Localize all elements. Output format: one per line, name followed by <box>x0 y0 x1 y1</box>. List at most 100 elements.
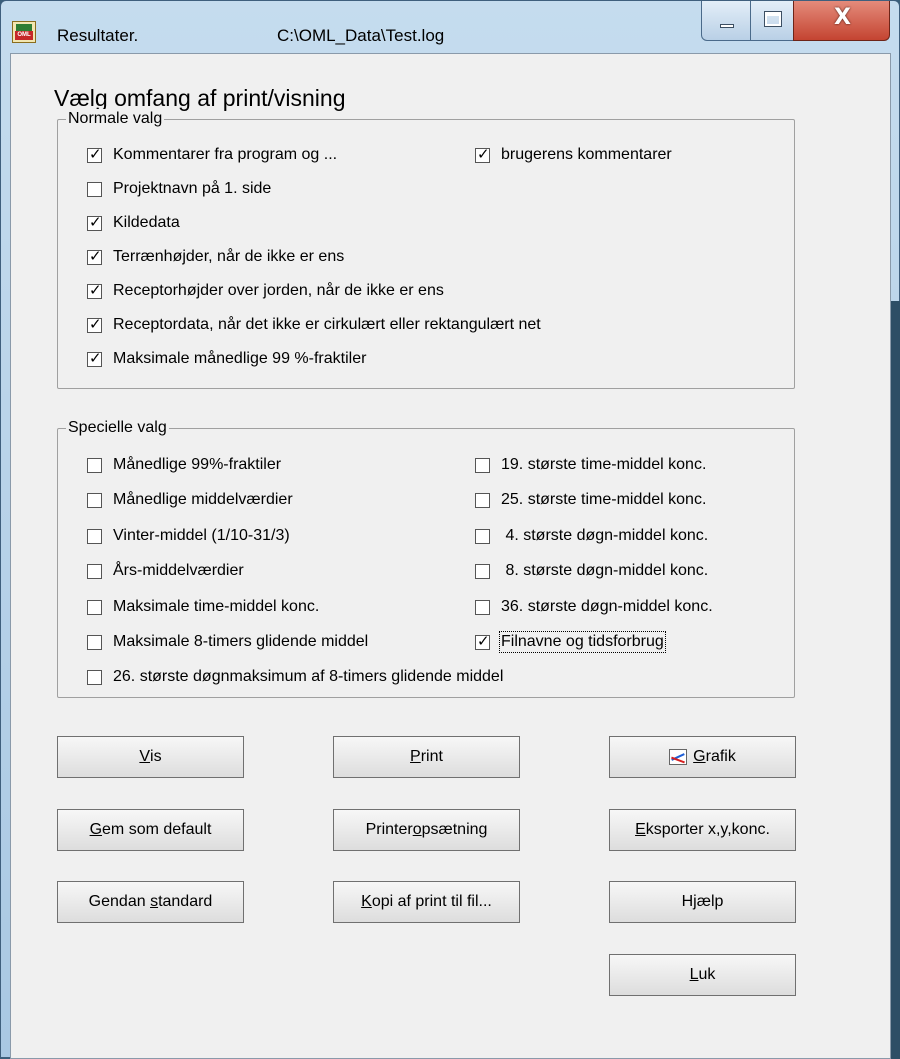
special-options-title: Specielle valg <box>66 418 169 438</box>
checkbox-receptor-data[interactable]: Receptordata, når det ikke er cirkulært … <box>87 315 541 334</box>
special-options-group: Specielle valg Månedlige 99%-fraktiler 1… <box>57 418 795 698</box>
checkbox-box[interactable] <box>87 669 102 685</box>
gendan-label-key: s <box>150 893 159 910</box>
app-icon-label: OML <box>15 31 33 40</box>
maximize-button[interactable] <box>750 1 794 41</box>
checkbox-box[interactable] <box>87 492 102 508</box>
checkbox-box[interactable] <box>87 181 102 197</box>
checkbox-label: Terrænhøjder, når de ikke er ens <box>113 248 345 265</box>
checkbox-user-comments[interactable]: brugerens kommentarer <box>475 145 672 164</box>
printer-setup-button[interactable]: Printer o psætning <box>333 809 520 851</box>
checkbox-label: Kommentarer fra program og ... <box>113 146 338 163</box>
minimize-button[interactable] <box>701 1 751 41</box>
checkbox-box[interactable] <box>87 281 102 299</box>
maximize-icon <box>764 11 782 27</box>
checkbox-monthly-99-fractiles[interactable]: Månedlige 99%-fraktiler <box>87 456 281 474</box>
checkbox-project-name[interactable]: Projektnavn på 1. side <box>87 180 271 198</box>
checkbox-label: Maksimale time-middel konc. <box>113 598 320 615</box>
vis-label-key: V <box>139 748 151 765</box>
checkbox-box[interactable] <box>87 315 102 333</box>
checkbox-26th-daily-max-8h[interactable]: 26. største døgnmaksimum af 8-timers gli… <box>87 668 503 686</box>
app-icon[interactable]: OML <box>12 21 36 43</box>
background-window-edge <box>891 301 900 1059</box>
checkbox-label: 19. største time-middel konc. <box>501 456 707 473</box>
close-dialog-button[interactable]: Luk <box>609 954 796 996</box>
gendan-label-pre: Gendan <box>88 893 151 910</box>
hjaelp-label-post: ælp <box>696 893 724 910</box>
checkbox-label: Månedlige middelværdier <box>113 491 293 508</box>
checkbox-label: Kildedata <box>113 214 180 231</box>
window-file-path: C:\OML_Data\Test.log <box>277 26 445 45</box>
checkbox-box[interactable] <box>87 528 102 544</box>
checkbox-label: 36. største døgn-middel konc. <box>501 598 713 615</box>
checkbox-box[interactable] <box>87 634 102 650</box>
checkbox-25th-hour-mean[interactable]: 25. største time-middel konc. <box>475 491 706 509</box>
checkbox-19th-hour-mean[interactable]: 19. største time-middel konc. <box>475 456 706 474</box>
eksport-label-key: E <box>635 821 646 838</box>
checkbox-label: Års-middelværdier <box>113 562 244 579</box>
print-label-post: rint <box>420 748 443 765</box>
hjaelp-label-pre: H <box>681 893 694 910</box>
vis-button[interactable]: Vis <box>57 736 244 778</box>
dialog-window: OML Resultater. C:\OML_Data\Test.log X V… <box>0 0 900 1059</box>
printer-label-post: psætning <box>421 821 488 838</box>
chart-icon <box>669 749 688 765</box>
checkbox-receptor-heights[interactable]: Receptorhøjder over jorden, når de ikke … <box>87 281 444 300</box>
checkbox-label: Maksimale månedlige 99 %-fraktiler <box>113 350 367 367</box>
normal-options-title: Normale valg <box>66 109 165 129</box>
checkbox-8th-day-mean[interactable]: 8. største døgn-middel konc. <box>475 562 708 580</box>
checkbox-comments-program[interactable]: Kommentarer fra program og ... <box>87 145 338 164</box>
checkbox-label: Månedlige 99%-fraktiler <box>113 456 282 473</box>
checkbox-box[interactable] <box>475 632 490 650</box>
checkbox-max-8h-running-mean[interactable]: Maksimale 8-timers glidende middel <box>87 633 368 651</box>
checkbox-winter-mean[interactable]: Vinter-middel (1/10-31/3) <box>87 527 290 545</box>
checkbox-box[interactable] <box>87 213 102 231</box>
normal-options-group: Normale valg Kommentarer fra program og … <box>57 109 795 389</box>
checkbox-max-hour-mean[interactable]: Maksimale time-middel konc. <box>87 598 319 616</box>
checkbox-filenames-time-usage[interactable]: Filnavne og tidsforbrug <box>475 631 666 653</box>
checkbox-box[interactable] <box>87 349 102 367</box>
title-bar[interactable]: OML Resultater. C:\OML_Data\Test.log X <box>1 1 899 53</box>
checkbox-box[interactable] <box>87 145 102 163</box>
checkbox-box[interactable] <box>475 492 490 508</box>
gem-label-key: G <box>89 821 103 838</box>
checkbox-monthly-means[interactable]: Månedlige middelværdier <box>87 491 293 509</box>
help-button[interactable]: Hj ælp <box>609 881 796 923</box>
checkbox-terrain-heights[interactable]: Terrænhøjder, når de ikke er ens <box>87 247 345 266</box>
grafik-button[interactable]: Grafik <box>609 736 796 778</box>
checkbox-label: Receptordata, når det ikke er cirkulært … <box>113 316 541 333</box>
grafik-label-key: G <box>693 748 706 765</box>
grafik-label-post: rafik <box>705 748 736 765</box>
checkbox-box[interactable] <box>475 145 490 163</box>
checkbox-box[interactable] <box>475 599 490 615</box>
checkbox-label: Maksimale 8-timers glidende middel <box>113 633 369 650</box>
luk-label-post: uk <box>698 966 716 983</box>
checkbox-box[interactable] <box>87 599 102 615</box>
checkbox-box[interactable] <box>87 247 102 265</box>
checkbox-box[interactable] <box>475 563 490 579</box>
checkbox-4th-day-mean[interactable]: 4. største døgn-middel konc. <box>475 527 708 545</box>
checkbox-source-data[interactable]: Kildedata <box>87 213 180 232</box>
checkbox-max-monthly-fractiles[interactable]: Maksimale månedlige 99 %-fraktiler <box>87 349 367 368</box>
eksport-label-post: ksporter x,y,konc. <box>645 821 770 838</box>
save-default-button[interactable]: Gem som default <box>57 809 244 851</box>
minimize-icon <box>720 24 734 28</box>
checkbox-box[interactable] <box>87 563 102 579</box>
checkbox-36th-day-mean[interactable]: 36. største døgn-middel konc. <box>475 598 713 616</box>
export-xy-button[interactable]: Eksporter x,y,konc. <box>609 809 796 851</box>
copy-print-to-file-button[interactable]: Kopi af print til fil... <box>333 881 520 923</box>
checkbox-box[interactable] <box>475 457 490 473</box>
printer-label-pre: Printer <box>365 821 413 838</box>
checkbox-label: Vinter-middel (1/10-31/3) <box>113 527 290 544</box>
checkbox-box[interactable] <box>87 457 102 473</box>
restore-standard-button[interactable]: Gendan s tandard <box>57 881 244 923</box>
checkbox-label: Filnavne og tidsforbrug <box>499 631 666 653</box>
checkbox-annual-means[interactable]: Års-middelværdier <box>87 562 244 580</box>
checkbox-box[interactable] <box>475 528 490 544</box>
kopi-label-key: K <box>361 893 372 910</box>
app-icon-top <box>16 24 32 31</box>
close-button[interactable]: X <box>793 1 890 41</box>
window-title: Resultater. <box>57 26 139 45</box>
print-button[interactable]: Print <box>333 736 520 778</box>
checkbox-label: Projektnavn på 1. side <box>113 180 272 197</box>
